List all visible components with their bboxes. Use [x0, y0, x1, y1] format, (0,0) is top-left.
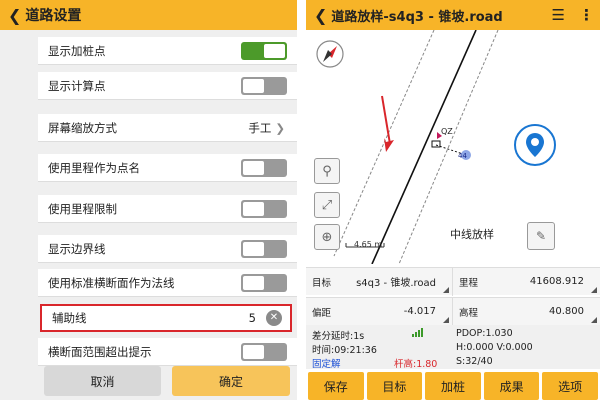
road-stakeout-panel: ❮ 道路放样-s4q3 - 锥坡.road ☰ ⋮ 44 QZ ⚲ ⤢ ⊕ 4.…: [306, 0, 600, 400]
scale-label: 4.65 m: [354, 240, 383, 249]
setting-show-boundary: 显示边界线: [38, 235, 297, 263]
toggle-knob: [243, 275, 264, 290]
point-number-label: 44: [458, 152, 467, 160]
options-button[interactable]: 选项: [542, 372, 598, 400]
toggle-knob: [243, 344, 264, 359]
setting-label: 使用里程作为点名: [48, 160, 140, 175]
satellites-text: S:32/40: [456, 356, 493, 367]
info-cell-elevation[interactable]: 高程 40.800: [453, 298, 600, 326]
info-value: 41608.912: [529, 276, 584, 287]
setting-show-stake-points: 显示加桩点: [38, 37, 297, 65]
target-button[interactable]: 目标: [366, 372, 423, 400]
setting-cross-section-range-warning: 横断面范围超出提示: [38, 338, 297, 366]
info-value: -4.017: [403, 306, 436, 317]
setting-label: 辅助线: [52, 311, 87, 325]
results-button[interactable]: 成果: [483, 372, 540, 400]
gnss-status-area: 差分延时:1s PDOP:1.030 时间:09:21:36 H:0.000 V…: [306, 325, 600, 370]
info-key: 高程: [459, 307, 479, 319]
bottom-toolbar: 保存 目标 加桩 成果 选项: [306, 372, 600, 400]
road-settings-panel: ❮ 道路设置 显示加桩点 显示计算点 屏幕缩放方式 手工 ❯ 使用里程作为点名 使…: [0, 0, 297, 400]
toggle-knob: [243, 241, 264, 256]
aux-line-input[interactable]: 5: [249, 311, 256, 325]
corner-triangle-icon: [591, 316, 597, 323]
info-value: s4q3 - 锥坡.road: [356, 278, 436, 289]
chevron-left-icon[interactable]: ❮: [314, 6, 327, 25]
toggle-knob: [243, 78, 264, 93]
pole-height-text: 杆高:1.80: [394, 359, 438, 370]
cancel-button[interactable]: 取消: [44, 366, 161, 396]
corner-triangle-icon: [443, 316, 449, 323]
range-warning-toggle[interactable]: [241, 342, 287, 361]
info-value: 40.800: [549, 306, 584, 317]
zoom-mode-value: 手工 ❯: [248, 120, 285, 136]
signal-strength-icon: [412, 328, 423, 337]
setting-std-cross-section-normal: 使用标准横断面作为法线: [38, 269, 297, 297]
settings-title-bar: ❮ 道路设置: [0, 0, 297, 30]
chevron-right-icon: ❯: [275, 120, 285, 135]
setting-label: 屏幕缩放方式: [48, 120, 117, 135]
corner-triangle-icon: [591, 286, 597, 293]
location-pin-icon: [526, 133, 544, 157]
qz-label: QZ: [441, 127, 453, 136]
location-button[interactable]: [514, 124, 556, 166]
mileage-as-name-toggle[interactable]: [241, 158, 287, 177]
antenna-icon[interactable]: ⚲: [314, 158, 340, 184]
stakeout-title-bar: ❮ 道路放样-s4q3 - 锥坡.road ☰ ⋮: [306, 0, 600, 30]
setting-label: 显示边界线: [48, 241, 106, 256]
crosshair-icon[interactable]: ⊕: [314, 224, 340, 250]
road-left-edge: [333, 30, 435, 257]
info-cell-mileage[interactable]: 里程 41608.912: [453, 268, 600, 296]
save-button[interactable]: 保存: [308, 372, 364, 400]
chevron-left-icon[interactable]: ❮: [8, 6, 21, 25]
pdop-text: PDOP:1.030: [456, 328, 513, 339]
setting-label: 使用里程限制: [48, 201, 117, 216]
panel-divider: [297, 0, 306, 400]
add-stake-button[interactable]: 加桩: [425, 372, 481, 400]
fix-status-text: 固定解: [312, 359, 341, 370]
info-row-2: 偏距 -4.017 高程 40.800: [306, 297, 600, 326]
setting-zoom-mode[interactable]: 屏幕缩放方式 手工 ❯: [38, 114, 297, 142]
toggle-knob: [243, 160, 264, 175]
qz-point-marker: [431, 140, 441, 148]
setting-label: 显示加桩点: [48, 43, 106, 58]
list-icon[interactable]: ☰: [552, 6, 565, 24]
info-key: 目标: [312, 277, 332, 289]
info-row-1: 目标 s4q3 - 锥坡.road 里程 41608.912: [306, 267, 600, 296]
info-key: 里程: [459, 277, 479, 289]
std-cross-section-toggle[interactable]: [241, 273, 287, 292]
fit-screen-icon[interactable]: ⤢: [314, 192, 340, 218]
toggle-knob: [264, 43, 285, 58]
title-bar-actions: ☰ ⋮: [552, 6, 594, 24]
zoom-mode-value-text: 手工: [248, 120, 272, 135]
info-cell-target[interactable]: 目标 s4q3 - 锥坡.road: [306, 267, 453, 296]
hv-text: H:0.000 V:0.000: [456, 342, 533, 353]
mileage-limit-toggle[interactable]: [241, 199, 287, 218]
page-title: 道路放样-s4q3 - 锥坡.road: [331, 9, 503, 25]
stakeout-tool-icon[interactable]: ✎: [527, 222, 555, 250]
more-menu-icon[interactable]: ⋮: [579, 6, 594, 24]
setting-label: 横断面范围超出提示: [48, 344, 152, 359]
diff-delay-text: 差分延时:1s: [312, 331, 365, 342]
clear-icon[interactable]: ✕: [266, 310, 282, 326]
show-boundary-toggle[interactable]: [241, 239, 287, 258]
setting-label: 显示计算点: [48, 78, 106, 93]
time-text: 时间:09:21:36: [312, 345, 377, 356]
corner-triangle-icon: [443, 286, 449, 293]
page-title: 道路设置: [25, 8, 82, 24]
info-key: 偏距: [312, 307, 332, 319]
setting-mileage-as-name: 使用里程作为点名: [38, 154, 297, 182]
ok-button[interactable]: 确定: [172, 366, 290, 396]
stakeout-mode-label: 中线放样: [450, 228, 494, 241]
setting-show-calc-points: 显示计算点: [38, 72, 297, 100]
show-calc-points-toggle[interactable]: [241, 76, 287, 95]
setting-aux-line[interactable]: 辅助线 5 ✕: [40, 304, 292, 332]
toggle-knob: [243, 201, 264, 216]
info-cell-offset[interactable]: 偏距 -4.017: [306, 297, 453, 326]
show-stake-points-toggle[interactable]: [241, 41, 287, 60]
setting-label: 使用标准横断面作为法线: [48, 275, 175, 290]
setting-mileage-limit: 使用里程限制: [38, 195, 297, 223]
direction-arrow: [381, 95, 391, 145]
